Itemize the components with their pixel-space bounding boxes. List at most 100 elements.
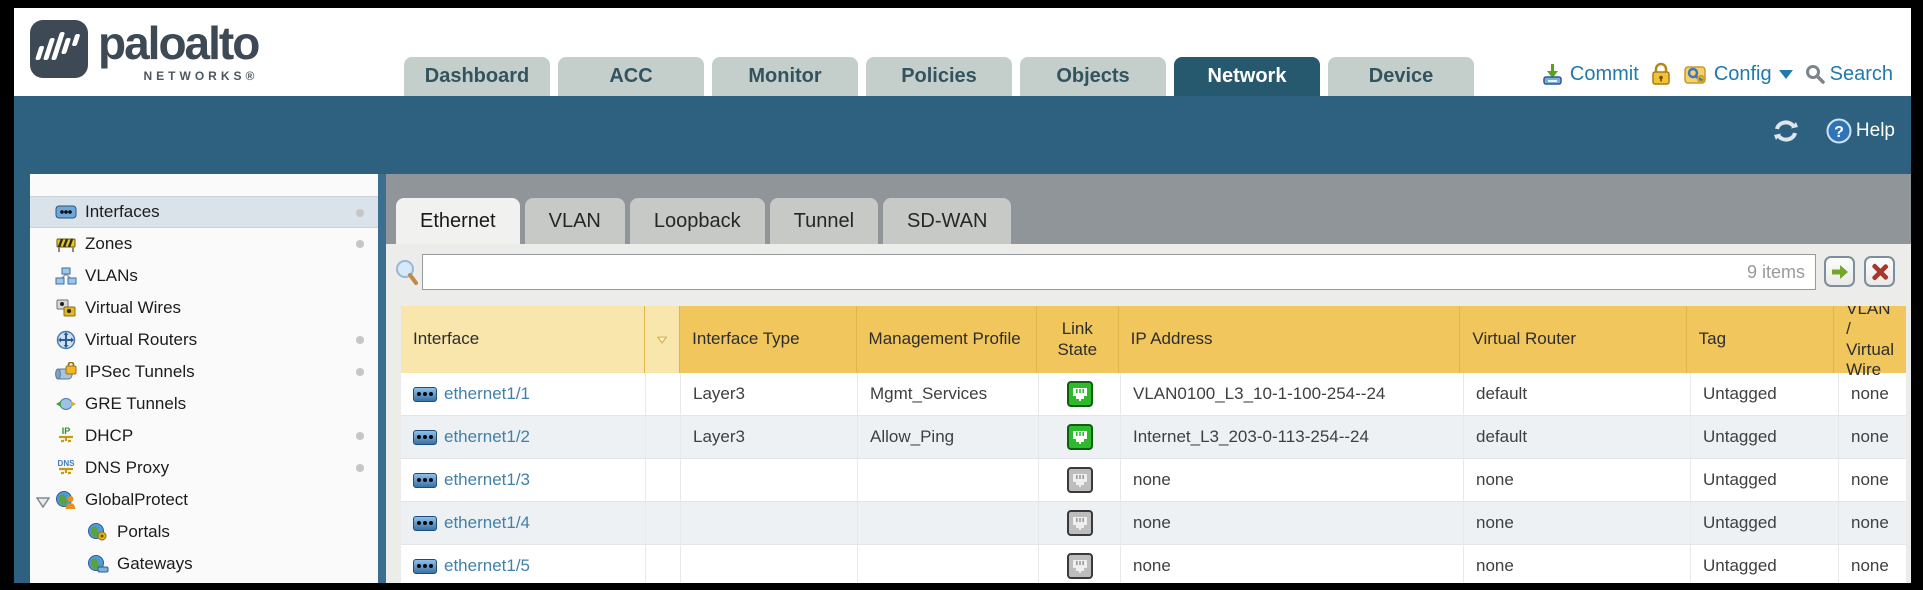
sidebar-item-virtual-routers[interactable]: Virtual Routers — [30, 324, 378, 356]
column-header-tag[interactable]: Tag — [1687, 306, 1835, 373]
top-header: paloalto NETWORKS® DashboardACCMonitorPo… — [14, 8, 1911, 96]
logo-subtitle: NETWORKS® — [98, 70, 258, 82]
cell-interface-type — [681, 502, 858, 544]
dhcp-icon: IP — [54, 426, 78, 446]
sidebar-item-label: DHCP — [85, 426, 133, 446]
interface-link[interactable]: ethernet1/2 — [413, 427, 530, 447]
tab-ethernet[interactable]: Ethernet — [396, 198, 520, 244]
ethernet-panel: 9 items — [386, 244, 1911, 583]
interface-link[interactable]: ethernet1/4 — [413, 513, 530, 533]
cell-link-state — [1039, 545, 1121, 583]
column-header-virtual-router[interactable]: Virtual Router — [1460, 306, 1686, 373]
table-header-row: Interface Interface TypeManagement Profil… — [401, 306, 1906, 373]
chevron-down-icon — [1779, 70, 1793, 79]
toolbar-right: ? Help — [1772, 118, 1895, 144]
zones-icon — [54, 234, 78, 254]
sidebar-item-gateways[interactable]: Gateways — [30, 548, 378, 580]
svg-text:?: ? — [1834, 124, 1844, 141]
sidebar-item-virtual-wires[interactable]: Virtual Wires — [30, 292, 378, 324]
ethernet-interface-icon — [413, 516, 437, 531]
nav-tab-acc[interactable]: ACC — [558, 57, 704, 96]
nav-tab-dashboard[interactable]: Dashboard — [404, 57, 550, 96]
cell-management-profile — [858, 502, 1039, 544]
sidebar-item-clipped[interactable] — [30, 580, 378, 583]
cell-sort-spacer — [646, 502, 681, 544]
column-header-vlan-virtual-wire[interactable]: VLAN / Virtual Wire — [1834, 306, 1906, 373]
paloalto-logo: paloalto NETWORKS® — [30, 20, 258, 82]
expand-arrow-icon[interactable] — [36, 493, 50, 513]
link-down-icon — [1067, 467, 1093, 493]
refresh-icon[interactable] — [1772, 118, 1800, 144]
sidebar-item-globalprotect[interactable]: GlobalProtect — [30, 484, 378, 516]
main-panel: EthernetVLANLoopbackTunnelSD-WAN 9 items — [386, 174, 1911, 583]
ipsec-tunnels-icon — [54, 362, 78, 382]
sidebar-scrollbar[interactable] — [378, 174, 386, 583]
help-button[interactable]: ? Help — [1826, 118, 1895, 144]
tab-sd-wan[interactable]: SD-WAN — [883, 198, 1011, 244]
nav-tab-objects[interactable]: Objects — [1020, 57, 1166, 96]
cell-vlan-virtual-wire: none — [1839, 416, 1906, 458]
link-up-icon — [1067, 424, 1093, 450]
filter-input[interactable] — [423, 255, 1815, 289]
column-header-interface[interactable]: Interface — [401, 306, 645, 373]
nav-tab-policies[interactable]: Policies — [866, 57, 1012, 96]
cell-virtual-router: none — [1464, 459, 1691, 501]
cell-sort-spacer — [646, 459, 681, 501]
vlans-icon — [54, 266, 78, 286]
clear-filter-button[interactable] — [1864, 256, 1895, 287]
column-header-ip-address[interactable]: IP Address — [1119, 306, 1461, 373]
cell-tag: Untagged — [1691, 502, 1839, 544]
logo-text: paloalto NETWORKS® — [98, 20, 258, 82]
sidebar-item-gre-tunnels[interactable]: GRE Tunnels — [30, 388, 378, 420]
sidebar-item-ipsec-tunnels[interactable]: IPSec Tunnels — [30, 356, 378, 388]
search-button[interactable]: Search — [1805, 63, 1893, 86]
cell-interface-type — [681, 459, 858, 501]
table-row: ethernet1/1Layer3Mgmt_ServicesVLAN0100_L… — [401, 373, 1906, 416]
sidebar-item-vlans[interactable]: VLANs — [30, 260, 378, 292]
cell-interface: ethernet1/1 — [401, 373, 646, 415]
nav-tab-device[interactable]: Device — [1328, 57, 1474, 96]
secondary-toolbar: ? Help — [14, 96, 1911, 174]
sidebar-item-zones[interactable]: Zones — [30, 228, 378, 260]
cell-vlan-virtual-wire: none — [1839, 502, 1906, 544]
sidebar-item-label: Portals — [117, 522, 170, 542]
sort-dropdown-button[interactable] — [645, 306, 680, 373]
commit-button[interactable]: Commit — [1541, 62, 1639, 86]
column-header-interface-type[interactable]: Interface Type — [680, 306, 856, 373]
cell-interface: ethernet1/4 — [401, 502, 646, 544]
link-up-icon — [1067, 381, 1093, 407]
cell-sort-spacer — [646, 416, 681, 458]
apply-filter-button[interactable] — [1824, 256, 1855, 287]
lock-icon[interactable] — [1651, 62, 1671, 86]
nav-tab-monitor[interactable]: Monitor — [712, 57, 858, 96]
sidebar-item-portals[interactable]: Portals — [30, 516, 378, 548]
interface-link[interactable]: ethernet1/5 — [413, 556, 530, 576]
cell-tag: Untagged — [1691, 459, 1839, 501]
sidebar-item-dhcp[interactable]: IP DHCP — [30, 420, 378, 452]
green-arrow-icon — [1830, 263, 1850, 281]
interface-link[interactable]: ethernet1/1 — [413, 384, 530, 404]
table-row: ethernet1/2Layer3Allow_PingInternet_L3_2… — [401, 416, 1906, 459]
cell-sort-spacer — [646, 545, 681, 583]
status-dot — [356, 209, 364, 217]
cell-link-state — [1039, 459, 1121, 501]
cell-ip-address: VLAN0100_L3_10-1-100-254--24 — [1121, 373, 1464, 415]
config-menu[interactable]: Config — [1683, 62, 1793, 86]
tab-vlan[interactable]: VLAN — [525, 198, 625, 244]
sidebar-item-interfaces[interactable]: Interfaces — [30, 196, 378, 228]
nav-tab-network[interactable]: Network — [1174, 57, 1320, 96]
commit-icon — [1541, 62, 1565, 86]
globalprotect-icon — [54, 490, 78, 510]
sidebar-item-label: Gateways — [117, 554, 193, 574]
status-dot — [356, 464, 364, 472]
tab-loopback[interactable]: Loopback — [630, 198, 765, 244]
dns-proxy-icon: DNS — [54, 458, 78, 478]
table-row: ethernet1/3nonenoneUntaggednone — [401, 459, 1906, 502]
column-header-link-state[interactable]: Link State — [1037, 306, 1119, 373]
sidebar-item-label: GlobalProtect — [85, 490, 188, 510]
interface-link[interactable]: ethernet1/3 — [413, 470, 530, 490]
tab-tunnel[interactable]: Tunnel — [770, 198, 878, 244]
column-header-management-profile[interactable]: Management Profile — [857, 306, 1037, 373]
sidebar-item-label: VLANs — [85, 266, 138, 286]
sidebar-item-dns-proxy[interactable]: DNSDNS Proxy — [30, 452, 378, 484]
